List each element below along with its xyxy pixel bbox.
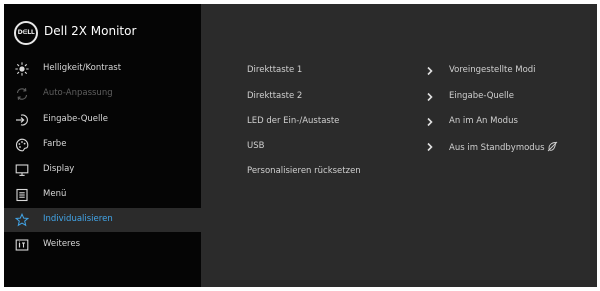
- value-power-button-led: An im An Modus: [449, 116, 518, 126]
- sidebar-item-label: Weiteres: [43, 239, 81, 249]
- chevron-right-icon: [427, 92, 433, 102]
- chevron-right-icon: [427, 66, 433, 76]
- sidebar-item-label: Eingabe-Quelle: [43, 114, 108, 124]
- chevron-right-icon: [427, 142, 433, 152]
- sidebar-item-auto-adjust[interactable]: Auto-Anpassung: [4, 82, 201, 106]
- color-icon: [15, 138, 29, 152]
- setting-power-button-led[interactable]: LED der Ein-/Austaste: [247, 116, 339, 126]
- sidebar-item-label: Display: [43, 164, 75, 174]
- sidebar-item-input-source[interactable]: Eingabe-Quelle: [4, 108, 201, 132]
- sidebar-item-label: Helligkeit/Kontrast: [43, 63, 122, 73]
- sidebar-item-display[interactable]: Display: [4, 158, 201, 182]
- power-saving-icon: [547, 141, 557, 152]
- brightness-icon: [15, 62, 29, 76]
- sidebar-item-personalize[interactable]: Individualisieren: [4, 208, 201, 232]
- chevron-right-icon: [427, 117, 433, 127]
- sidebar-item-label: Auto-Anpassung: [43, 88, 113, 98]
- display-icon: [15, 164, 29, 176]
- setting-usb[interactable]: USB: [247, 141, 264, 151]
- sidebar-item-brightness-contrast[interactable]: Helligkeit/Kontrast: [4, 57, 201, 81]
- sidebar: D∈LL Dell 2X Monitor Helligkeit/Kontrast: [4, 4, 201, 287]
- monitor-title: Dell 2X Monitor: [44, 24, 137, 38]
- sidebar-item-label: Menü: [43, 189, 67, 199]
- menu-icon: [16, 188, 28, 202]
- sidebar-item-color[interactable]: Farbe: [4, 133, 201, 157]
- header: D∈LL Dell 2X Monitor: [4, 4, 201, 56]
- sidebar-item-label: Farbe: [43, 139, 67, 149]
- setting-shortcut-key-2[interactable]: Direkttaste 2: [247, 91, 302, 101]
- sidebar-item-label: Individualisieren: [43, 214, 113, 224]
- logo-text: D∈LL: [17, 29, 35, 36]
- info-icon: [15, 239, 29, 251]
- value-usb-text: Aus im Standbymodus: [449, 143, 545, 153]
- value-shortcut-key-2: Eingabe-Quelle: [449, 91, 514, 101]
- value-usb: Aus im Standbymodus: [449, 141, 558, 153]
- value-shortcut-key-1: Voreingestellte Modi: [449, 65, 536, 75]
- sidebar-item-others[interactable]: Weiteres: [4, 233, 201, 257]
- sidebar-item-menu[interactable]: Menü: [4, 183, 201, 207]
- auto-adjust-icon: [16, 88, 28, 100]
- star-icon: [15, 213, 29, 227]
- setting-shortcut-key-1[interactable]: Direkttaste 1: [247, 65, 302, 75]
- osd-window: D∈LL Dell 2X Monitor Helligkeit/Kontrast: [4, 4, 597, 287]
- input-source-icon: [16, 114, 28, 126]
- dell-logo: D∈LL: [14, 21, 38, 45]
- reset-personalization-button[interactable]: Personalisieren rücksetzen: [247, 166, 361, 176]
